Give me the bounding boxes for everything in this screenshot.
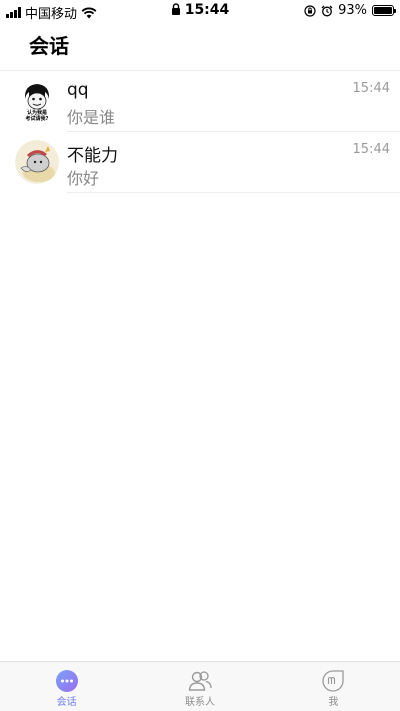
tab-conversations[interactable]: 会话	[0, 662, 133, 711]
avatar-caption-line2: 考试请我?	[26, 115, 49, 122]
divider	[67, 192, 400, 193]
tab-profile[interactable]: 我	[267, 662, 400, 711]
tab-label: 我	[328, 697, 339, 708]
conversation-time: 15:44	[352, 142, 390, 157]
header: 会话	[0, 20, 400, 71]
conversation-time: 15:44	[352, 81, 390, 96]
conversation-item[interactable]: 认为我是 考试请我? qq 你是谁 15:44	[0, 71, 400, 132]
status-bar: 中国移动 15:44 93%	[0, 0, 400, 22]
tab-label: 联系人	[184, 697, 215, 708]
page-title: 会话	[29, 34, 69, 58]
contacts-icon	[188, 671, 212, 691]
conversation-name: qq	[67, 80, 89, 100]
battery-percent: 93%	[338, 3, 367, 18]
status-right: 93%	[304, 3, 396, 18]
avatar-caption-line1: 认为我是	[27, 109, 48, 116]
battery-icon	[372, 5, 396, 16]
tab-bar: 会话 联系人 我	[0, 661, 400, 711]
chat-bubble-icon	[55, 670, 78, 692]
profile-icon	[322, 670, 344, 692]
status-time: 15:44	[184, 2, 230, 18]
conversation-name: 不能力	[67, 146, 118, 166]
alarm-icon	[321, 5, 333, 16]
lock-icon	[171, 3, 180, 15]
cartoon-character-avatar-image	[15, 140, 59, 184]
tab-contacts[interactable]: 联系人	[133, 662, 266, 711]
conversation-preview: 你是谁	[67, 108, 116, 127]
orientation-lock-icon	[304, 4, 316, 17]
meme-face-avatar-image: 认为我是 考试请我?	[15, 79, 59, 123]
tab-label: 会话	[56, 697, 77, 708]
conversation-item[interactable]: 不能力 你好 15:44	[0, 132, 400, 193]
avatar	[15, 140, 59, 184]
conversation-preview: 你好	[67, 169, 100, 188]
avatar: 认为我是 考试请我?	[15, 79, 59, 123]
conversation-list: 认为我是 考试请我? qq 你是谁 15:44 不能力 你好 15:44	[0, 71, 400, 193]
